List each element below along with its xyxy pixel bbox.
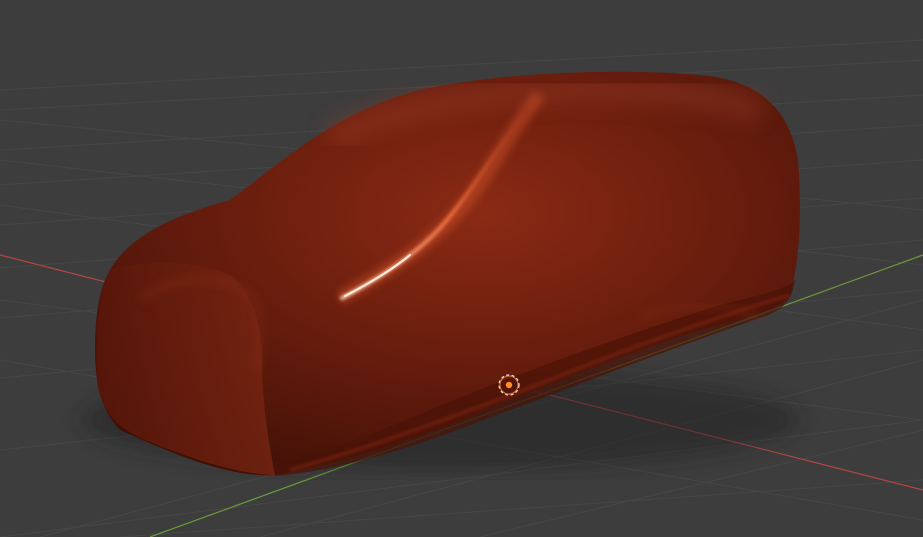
3d-viewport[interactable]: [0, 0, 923, 537]
viewport-canvas[interactable]: [0, 0, 923, 537]
